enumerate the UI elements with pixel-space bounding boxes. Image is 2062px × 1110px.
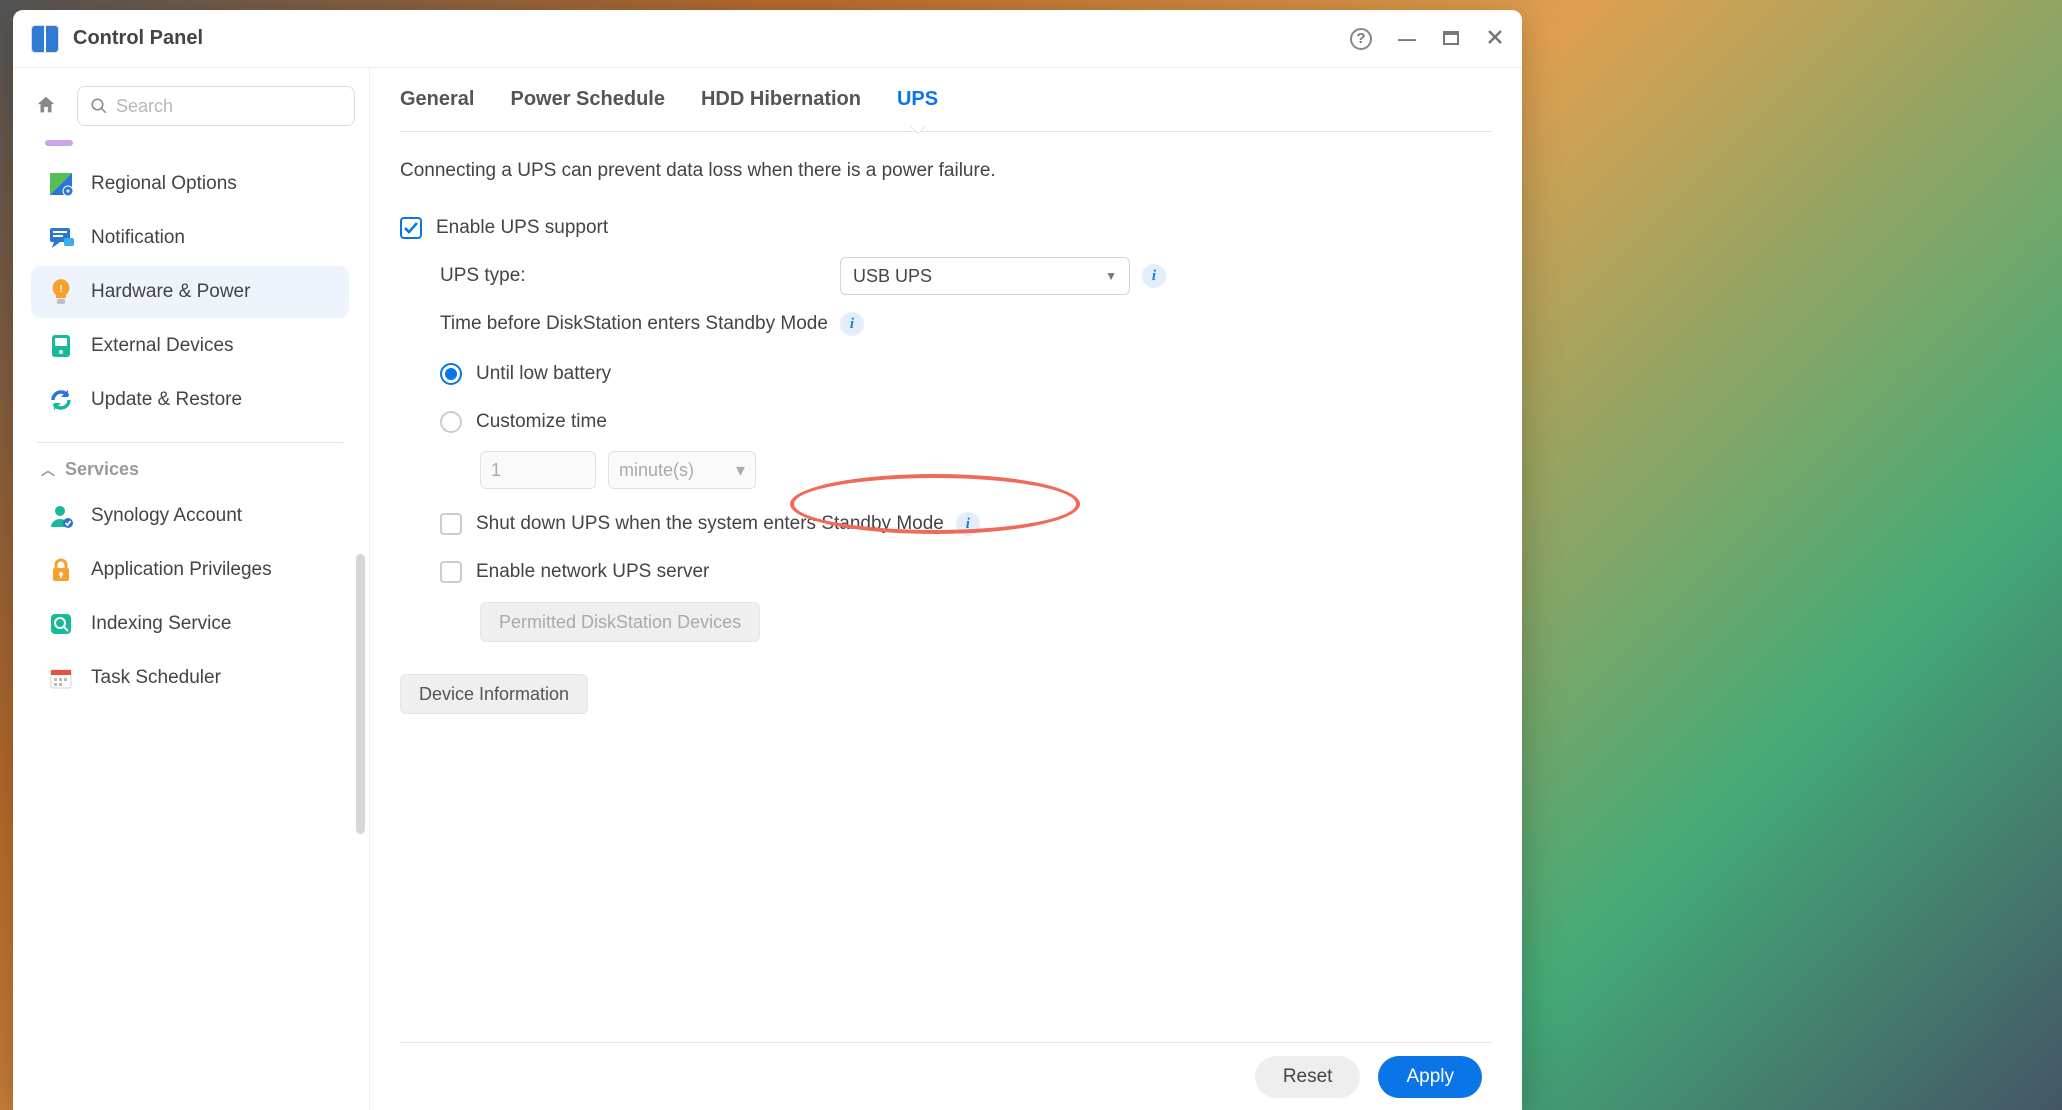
close-icon[interactable] <box>1486 28 1504 49</box>
search-input[interactable] <box>116 96 342 117</box>
search-field[interactable] <box>77 86 355 126</box>
sidebar-list: Regional Options Notification ! Hardware… <box>27 140 355 1110</box>
radio-low-battery-label: Until low battery <box>476 363 611 385</box>
standby-time-label: Time before DiskStation enters Standby M… <box>440 313 828 335</box>
info-icon[interactable]: i <box>840 312 864 336</box>
sidebar-scrollbar[interactable] <box>356 554 365 834</box>
sidebar-item-label: Application Privileges <box>91 559 272 581</box>
chevron-down-icon: ▼ <box>1105 269 1117 283</box>
shutdown-ups-checkbox[interactable] <box>440 513 462 535</box>
maximize-icon[interactable] <box>1442 28 1460 49</box>
sidebar-item-label: Task Scheduler <box>91 667 221 689</box>
info-icon[interactable]: i <box>956 512 980 536</box>
sidebar-item-cut <box>45 140 73 146</box>
time-unit-select: minute(s) ▾ <box>608 451 756 489</box>
sidebar-item-indexing-service[interactable]: Indexing Service <box>31 598 349 650</box>
ups-type-value: USB UPS <box>853 266 932 287</box>
sidebar: Regional Options Notification ! Hardware… <box>13 68 370 1110</box>
main-pane: General Power Schedule HDD Hibernation U… <box>370 68 1522 1110</box>
tab-label: HDD Hibernation <box>701 88 861 111</box>
device-information-button[interactable]: Device Information <box>400 674 588 714</box>
sidebar-item-label: Indexing Service <box>91 613 231 635</box>
custom-time-input <box>480 451 596 489</box>
sidebar-item-label: Hardware & Power <box>91 281 250 303</box>
home-button[interactable] <box>27 86 65 124</box>
network-ups-server-label: Enable network UPS server <box>476 561 709 583</box>
chevron-down-icon: ▾ <box>736 460 745 481</box>
sidebar-item-label: Regional Options <box>91 173 237 195</box>
check-icon <box>403 220 419 236</box>
shutdown-ups-label: Shut down UPS when the system enters Sta… <box>476 513 944 535</box>
help-icon[interactable]: ? <box>1350 28 1372 50</box>
sidebar-item-hardware-power[interactable]: ! Hardware & Power <box>31 266 349 318</box>
chevron-up-icon: ︿ <box>41 460 55 480</box>
sidebar-item-regional-options[interactable]: Regional Options <box>31 158 349 210</box>
sidebar-item-update-restore[interactable]: Update & Restore <box>31 374 349 426</box>
radio-until-low-battery[interactable] <box>440 363 462 385</box>
time-unit-value: minute(s) <box>619 460 694 481</box>
tab-power-schedule[interactable]: Power Schedule <box>510 68 665 131</box>
search-icon <box>90 97 108 115</box>
ups-type-select[interactable]: USB UPS ▼ <box>840 257 1130 295</box>
ups-type-label: UPS type: <box>440 265 840 287</box>
sidebar-group-services[interactable]: ︿ Services <box>27 451 353 488</box>
sidebar-item-label: Update & Restore <box>91 389 242 411</box>
sidebar-item-label: Synology Account <box>91 505 242 527</box>
user-icon <box>47 502 75 530</box>
tab-bar: General Power Schedule HDD Hibernation U… <box>400 68 1492 132</box>
tab-label: General <box>400 88 474 111</box>
title-bar: Control Panel ? — <box>13 10 1522 68</box>
calendar-icon <box>47 664 75 692</box>
refresh-icon <box>47 386 75 414</box>
chat-icon <box>47 224 75 252</box>
tab-ups[interactable]: UPS <box>897 68 938 131</box>
lock-icon <box>47 556 75 584</box>
globe-icon <box>47 170 75 198</box>
index-icon <box>47 610 75 638</box>
radio-customize-label: Customize time <box>476 411 607 433</box>
sidebar-divider <box>37 442 343 443</box>
minimize-icon[interactable]: — <box>1398 30 1416 48</box>
sidebar-item-label: Notification <box>91 227 185 249</box>
tab-hdd-hibernation[interactable]: HDD Hibernation <box>701 68 861 131</box>
window-title: Control Panel <box>73 27 203 50</box>
sidebar-item-external-devices[interactable]: External Devices <box>31 320 349 372</box>
bulb-icon: ! <box>47 278 75 306</box>
permitted-devices-button: Permitted DiskStation Devices <box>480 602 760 642</box>
sidebar-item-synology-account[interactable]: Synology Account <box>31 490 349 542</box>
sidebar-item-task-scheduler[interactable]: Task Scheduler <box>31 652 349 704</box>
info-icon[interactable]: i <box>1142 264 1166 288</box>
sidebar-item-notification[interactable]: Notification <box>31 212 349 264</box>
footer-bar: Reset Apply <box>400 1042 1492 1110</box>
apply-button[interactable]: Apply <box>1378 1056 1482 1098</box>
tab-general[interactable]: General <box>400 68 474 131</box>
network-ups-server-checkbox[interactable] <box>440 561 462 583</box>
disk-icon <box>47 332 75 360</box>
reset-button[interactable]: Reset <box>1255 1056 1361 1098</box>
control-panel-window: Control Panel ? — <box>13 10 1522 1110</box>
tab-label: UPS <box>897 88 938 111</box>
app-icon <box>31 25 59 53</box>
radio-customize-time[interactable] <box>440 411 462 433</box>
ups-intro-text: Connecting a UPS can prevent data loss w… <box>400 160 1492 182</box>
sidebar-group-label: Services <box>65 459 139 480</box>
sidebar-item-application-privileges[interactable]: Application Privileges <box>31 544 349 596</box>
sidebar-item-label: External Devices <box>91 335 234 357</box>
enable-ups-checkbox[interactable] <box>400 217 422 239</box>
tab-label: Power Schedule <box>510 88 665 111</box>
enable-ups-label: Enable UPS support <box>436 217 608 239</box>
svg-text:!: ! <box>59 284 62 295</box>
